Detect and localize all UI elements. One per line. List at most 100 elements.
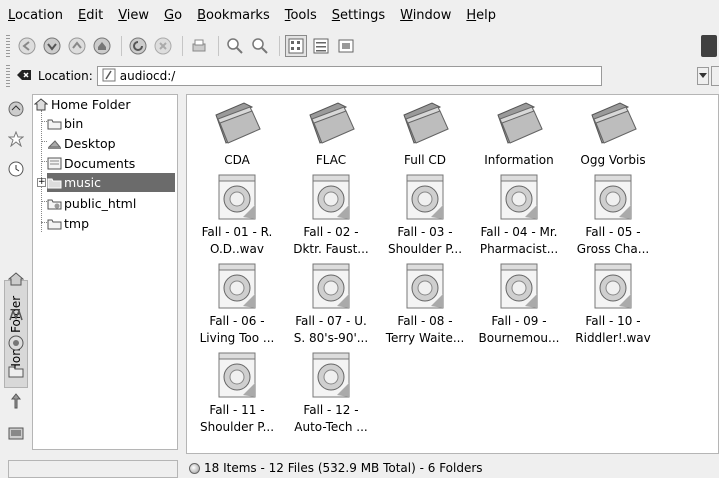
folder-item[interactable]: Ogg Vorbis [567, 99, 659, 169]
toolbar-grip[interactable] [6, 35, 10, 57]
item-label: Information [484, 153, 554, 167]
tree-item-documents[interactable]: Documents [47, 154, 135, 173]
sidebar-status-area [8, 460, 178, 478]
toolbar-separator [121, 36, 122, 56]
back-icon[interactable] [16, 35, 38, 57]
terminal-tab-icon[interactable] [7, 424, 25, 442]
home-icon[interactable] [91, 35, 113, 57]
audio-file-item[interactable]: Fall - 05 - Gross Cha... [567, 173, 659, 258]
zoom-out-icon[interactable] [249, 35, 271, 57]
tree-label: bin [64, 116, 84, 131]
desktop-icon [47, 137, 63, 151]
audio-file-item[interactable]: Fall - 08 - Terry Waite... [379, 262, 471, 347]
item-label-line1: Fall - 11 - [209, 403, 265, 417]
folder-tab-icon[interactable] [7, 362, 25, 380]
tree-item-bin[interactable]: bin [47, 114, 83, 133]
wav-file-icon [497, 173, 541, 224]
view-status-led-icon[interactable] [189, 462, 200, 474]
audio-file-item[interactable]: Fall - 07 - U. S. 80's-90'... [285, 262, 377, 347]
audio-file-item[interactable]: Fall - 02 - Dktr. Faust... [285, 173, 377, 258]
audio-file-item[interactable]: Fall - 04 - Mr. Pharmacist... [473, 173, 565, 258]
folder-item[interactable]: CDA [191, 99, 283, 169]
item-label-line1: Fall - 08 - [397, 314, 453, 328]
menu-settings[interactable]: Settings [332, 8, 385, 23]
menu-help[interactable]: Help [466, 8, 496, 23]
item-label-line1: Fall - 10 - [585, 314, 641, 328]
location-input[interactable]: audiocd:/ [96, 66, 602, 86]
up-icon[interactable] [66, 35, 88, 57]
file-icon-view: CDA FLAC Full CD Information Ogg Vorbis Fall … [186, 94, 719, 454]
print-icon[interactable] [188, 35, 210, 57]
home-icon [34, 98, 50, 112]
detailed-view-icon[interactable] [310, 35, 332, 57]
folder-icon [398, 99, 452, 150]
status-bar: 18 Items - 12 Files (532.9 MB Total) - 6… [186, 458, 719, 478]
item-label-line1: Fall - 07 - U. [295, 314, 367, 328]
clear-location-icon[interactable] [16, 68, 32, 85]
folder-item[interactable]: Information [473, 99, 565, 169]
wav-file-icon [403, 173, 447, 224]
services-tab-icon[interactable] [7, 334, 25, 352]
menu-view[interactable]: View [118, 8, 149, 23]
item-label-line2: Bournemou... [478, 331, 560, 345]
network-tab-icon[interactable] [7, 100, 25, 118]
menu-edit[interactable]: Edit [78, 8, 103, 23]
location-bar: Location: audiocd:/ [0, 62, 719, 90]
locationbar-grip[interactable] [6, 65, 10, 87]
tree-label: Desktop [64, 136, 116, 151]
wav-file-icon [497, 262, 541, 313]
menu-bookmarks[interactable]: Bookmarks [197, 8, 270, 23]
audio-file-item[interactable]: Fall - 10 - Riddler!.wav [567, 262, 659, 347]
folder-open-icon [47, 176, 63, 190]
zoom-in-icon[interactable] [224, 35, 246, 57]
menu-bar: Location Edit View Go Bookmarks Tools Se… [0, 0, 719, 30]
item-label-line2: Riddler!.wav [575, 331, 651, 345]
menu-window[interactable]: Window [400, 8, 451, 23]
audio-file-item[interactable]: Fall - 06 - Living Too ... [191, 262, 283, 347]
media-tab-icon[interactable] [7, 306, 25, 324]
tools-tab-icon[interactable] [7, 392, 25, 410]
tree-item-home-folder[interactable]: Home Folder [34, 95, 131, 114]
location-value: audiocd:/ [119, 69, 176, 83]
go-button[interactable] [711, 66, 719, 86]
item-label-line1: Fall - 04 - Mr. [480, 225, 558, 239]
audio-file-item[interactable]: Fall - 03 - Shoulder P... [379, 173, 471, 258]
menu-location[interactable]: Location [8, 8, 63, 23]
chevron-down-icon [699, 73, 707, 78]
tree-item-public-html[interactable]: public_html [47, 194, 136, 213]
folder-item[interactable]: FLAC [285, 99, 377, 169]
menu-go[interactable]: Go [164, 8, 182, 23]
audio-file-item[interactable]: Fall - 09 - Bournemou... [473, 262, 565, 347]
tree-item-tmp[interactable]: tmp [47, 214, 89, 233]
folder-icon [492, 99, 546, 150]
audio-file-item[interactable]: Fall - 11 - Shoulder P... [191, 351, 283, 436]
reload-icon[interactable] [127, 35, 149, 57]
item-label: FLAC [315, 153, 347, 167]
folder-icon [304, 99, 358, 150]
expand-icon[interactable]: + [37, 178, 46, 187]
item-label-line2: Living Too ... [199, 331, 275, 345]
panel-splitter[interactable] [180, 94, 184, 450]
bookmarks-tab-icon[interactable] [7, 130, 25, 148]
preview-icon[interactable] [335, 35, 357, 57]
stop-icon[interactable] [152, 35, 174, 57]
folder-item[interactable]: Full CD [379, 99, 471, 169]
toolbar-separator [182, 36, 183, 56]
home-tab-icon[interactable] [7, 270, 25, 288]
tree-item-music[interactable]: music [47, 173, 175, 192]
item-label-line1: Fall - 01 - R. [201, 225, 273, 239]
folder-icon [47, 217, 63, 231]
location-dropdown-button[interactable] [697, 67, 709, 85]
history-tab-icon[interactable] [7, 160, 25, 178]
menu-tools[interactable]: Tools [285, 8, 317, 23]
item-label-line1: Fall - 06 - [209, 314, 265, 328]
tree-item-desktop[interactable]: Desktop [47, 134, 116, 153]
navigation-panel-tabs: Home Folder [3, 94, 29, 450]
audio-file-item[interactable]: Fall - 01 - R. O.D..wav [191, 173, 283, 258]
tree-label: Home Folder [51, 97, 131, 112]
icon-view-icon[interactable] [285, 35, 307, 57]
wav-file-icon [591, 262, 635, 313]
forward-icon[interactable] [41, 35, 63, 57]
wav-file-icon [309, 173, 353, 224]
audio-file-item[interactable]: Fall - 12 - Auto-Tech ... [285, 351, 377, 436]
